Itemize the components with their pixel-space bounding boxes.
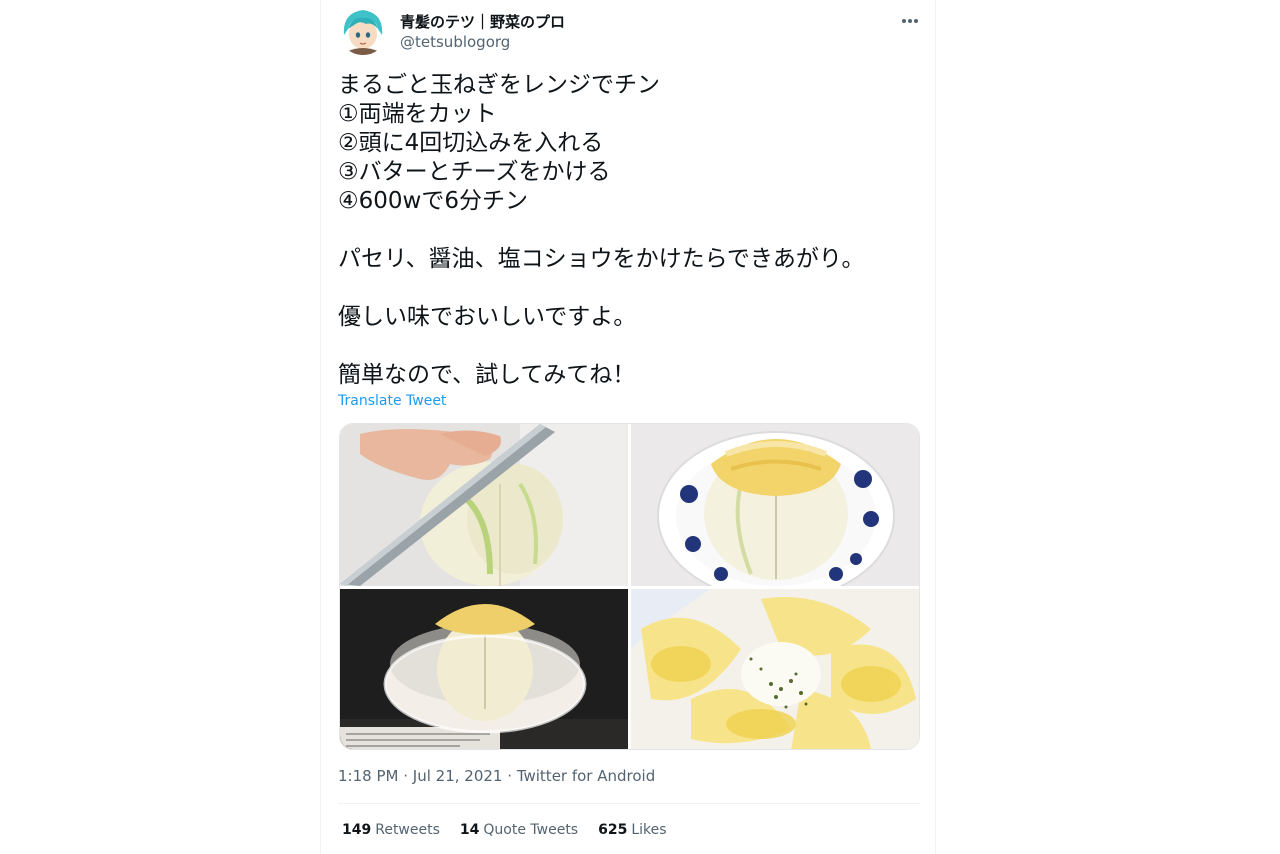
tweet-date[interactable]: Jul 21, 2021: [413, 767, 503, 785]
translate-tweet-link[interactable]: Translate Tweet: [338, 393, 446, 409]
tweet-meta: 1:18 PM · Jul 21, 2021 · Twitter for And…: [338, 767, 655, 785]
tweet-stats: 149 Retweets 14 Quote Tweets 625 Likes: [342, 822, 667, 838]
media-divider-horizontal: [340, 586, 919, 589]
likes-stat[interactable]: 625 Likes: [598, 822, 666, 838]
tweet-text: まるごと玉ねぎをレンジでチン ①両端をカット ②頭に4回切込みを入れる ③バター…: [338, 72, 865, 388]
divider: [338, 803, 920, 804]
meta-separator: ·: [507, 767, 513, 785]
avatar-illustration: [338, 5, 388, 55]
author-handle[interactable]: @tetsublogorg: [400, 33, 510, 51]
meta-separator: ·: [403, 767, 409, 785]
tweet-time[interactable]: 1:18 PM: [338, 767, 398, 785]
photo-onion-in-bowl[interactable]: [340, 589, 628, 749]
retweets-label: Retweets: [375, 822, 440, 838]
likes-count: 625: [598, 822, 628, 838]
quote-tweets-label: Quote Tweets: [483, 822, 579, 838]
retweets-count: 149: [342, 822, 372, 838]
media-grid: [339, 423, 920, 750]
author-name[interactable]: 青髪のテツ｜野菜のプロ: [400, 11, 565, 32]
photo-onion-with-cheese[interactable]: [631, 424, 919, 586]
photo-cutting-onion[interactable]: [340, 424, 628, 586]
avatar[interactable]: [338, 5, 388, 55]
more-horizontal-icon: [902, 19, 918, 23]
tweet-card: 青髪のテツ｜野菜のプロ @tetsublogorg まるごと玉ねぎをレンジでチン…: [320, 0, 936, 854]
retweets-stat[interactable]: 149 Retweets: [342, 822, 440, 838]
more-options-button[interactable]: [895, 8, 925, 34]
tweet-source[interactable]: Twitter for Android: [517, 767, 655, 785]
likes-label: Likes: [631, 822, 667, 838]
quote-tweets-count: 14: [459, 822, 480, 838]
photo-finished-dish[interactable]: [631, 589, 919, 749]
quote-tweets-stat[interactable]: 14 Quote Tweets: [460, 822, 578, 838]
